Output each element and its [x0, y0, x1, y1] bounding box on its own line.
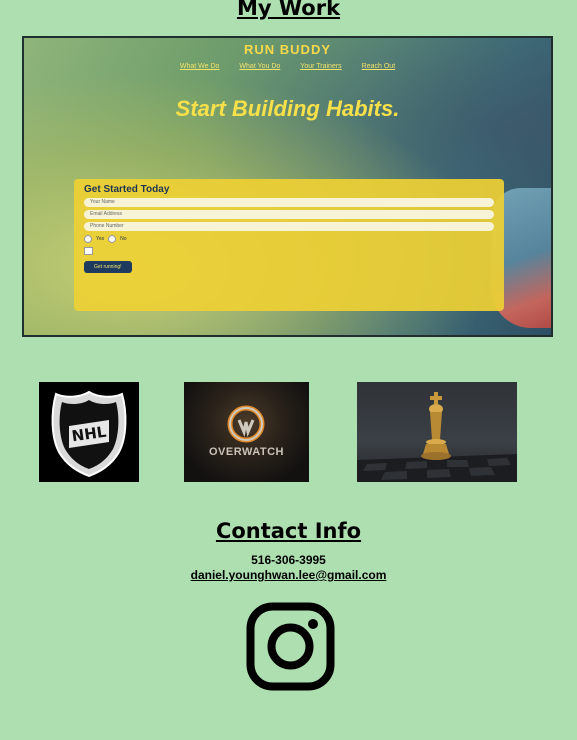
run-buddy-nav: What We Do What You Do Your Trainers Rea… [24, 63, 551, 70]
radio-yes-label: Yes [96, 236, 105, 242]
overwatch-project-thumbnail[interactable]: OVERWATCH [184, 382, 309, 482]
email-link[interactable]: daniel.younghwan.lee@gmail.com [191, 568, 387, 582]
form-checkbox [84, 247, 93, 255]
chess-project-thumbnail[interactable] [357, 382, 517, 482]
run-buddy-nav-item: What We Do [179, 63, 220, 70]
instagram-link[interactable] [246, 602, 335, 691]
run-buddy-project-screenshot[interactable]: RUN BUDDY What We Do What You Do Your Tr… [22, 36, 553, 337]
form-name-field: Your Name [84, 198, 494, 207]
run-buddy-brand: RUN BUDDY [244, 42, 331, 57]
chess-king-icon [357, 392, 517, 482]
form-phone-field: Phone Number [84, 222, 494, 231]
contact-info-heading: Contact Info [215, 519, 362, 543]
overwatch-wordmark: OVERWATCH [209, 446, 284, 458]
nhl-project-thumbnail[interactable]: NHL [39, 382, 139, 482]
form-radio-row: Yes No [84, 235, 494, 243]
overwatch-logo-icon [227, 405, 265, 443]
form-email-field: Email Address [84, 210, 494, 219]
run-buddy-form: Get Started Today Your Name Email Addres… [74, 179, 504, 311]
form-submit-button: Get running! [84, 261, 132, 273]
run-buddy-form-title: Get Started Today [84, 184, 170, 195]
radio-no-label: No [120, 236, 127, 242]
run-buddy-nav-item: What You Do [239, 63, 281, 70]
run-buddy-nav-item: Your Trainers [300, 63, 342, 70]
form-checkbox-row [84, 247, 494, 255]
run-buddy-hero-heading: Start Building Habits. [175, 96, 400, 121]
email-row: daniel.younghwan.lee@gmail.com [0, 568, 577, 582]
phone-number: 516-306-3995 [251, 553, 326, 567]
radio-no [108, 235, 117, 243]
instagram-icon [246, 602, 335, 691]
my-work-heading: My Work [236, 0, 341, 20]
nhl-shield-logo-icon: NHL [51, 390, 127, 478]
run-buddy-nav-item: Reach Out [361, 63, 396, 70]
radio-yes [84, 235, 92, 243]
